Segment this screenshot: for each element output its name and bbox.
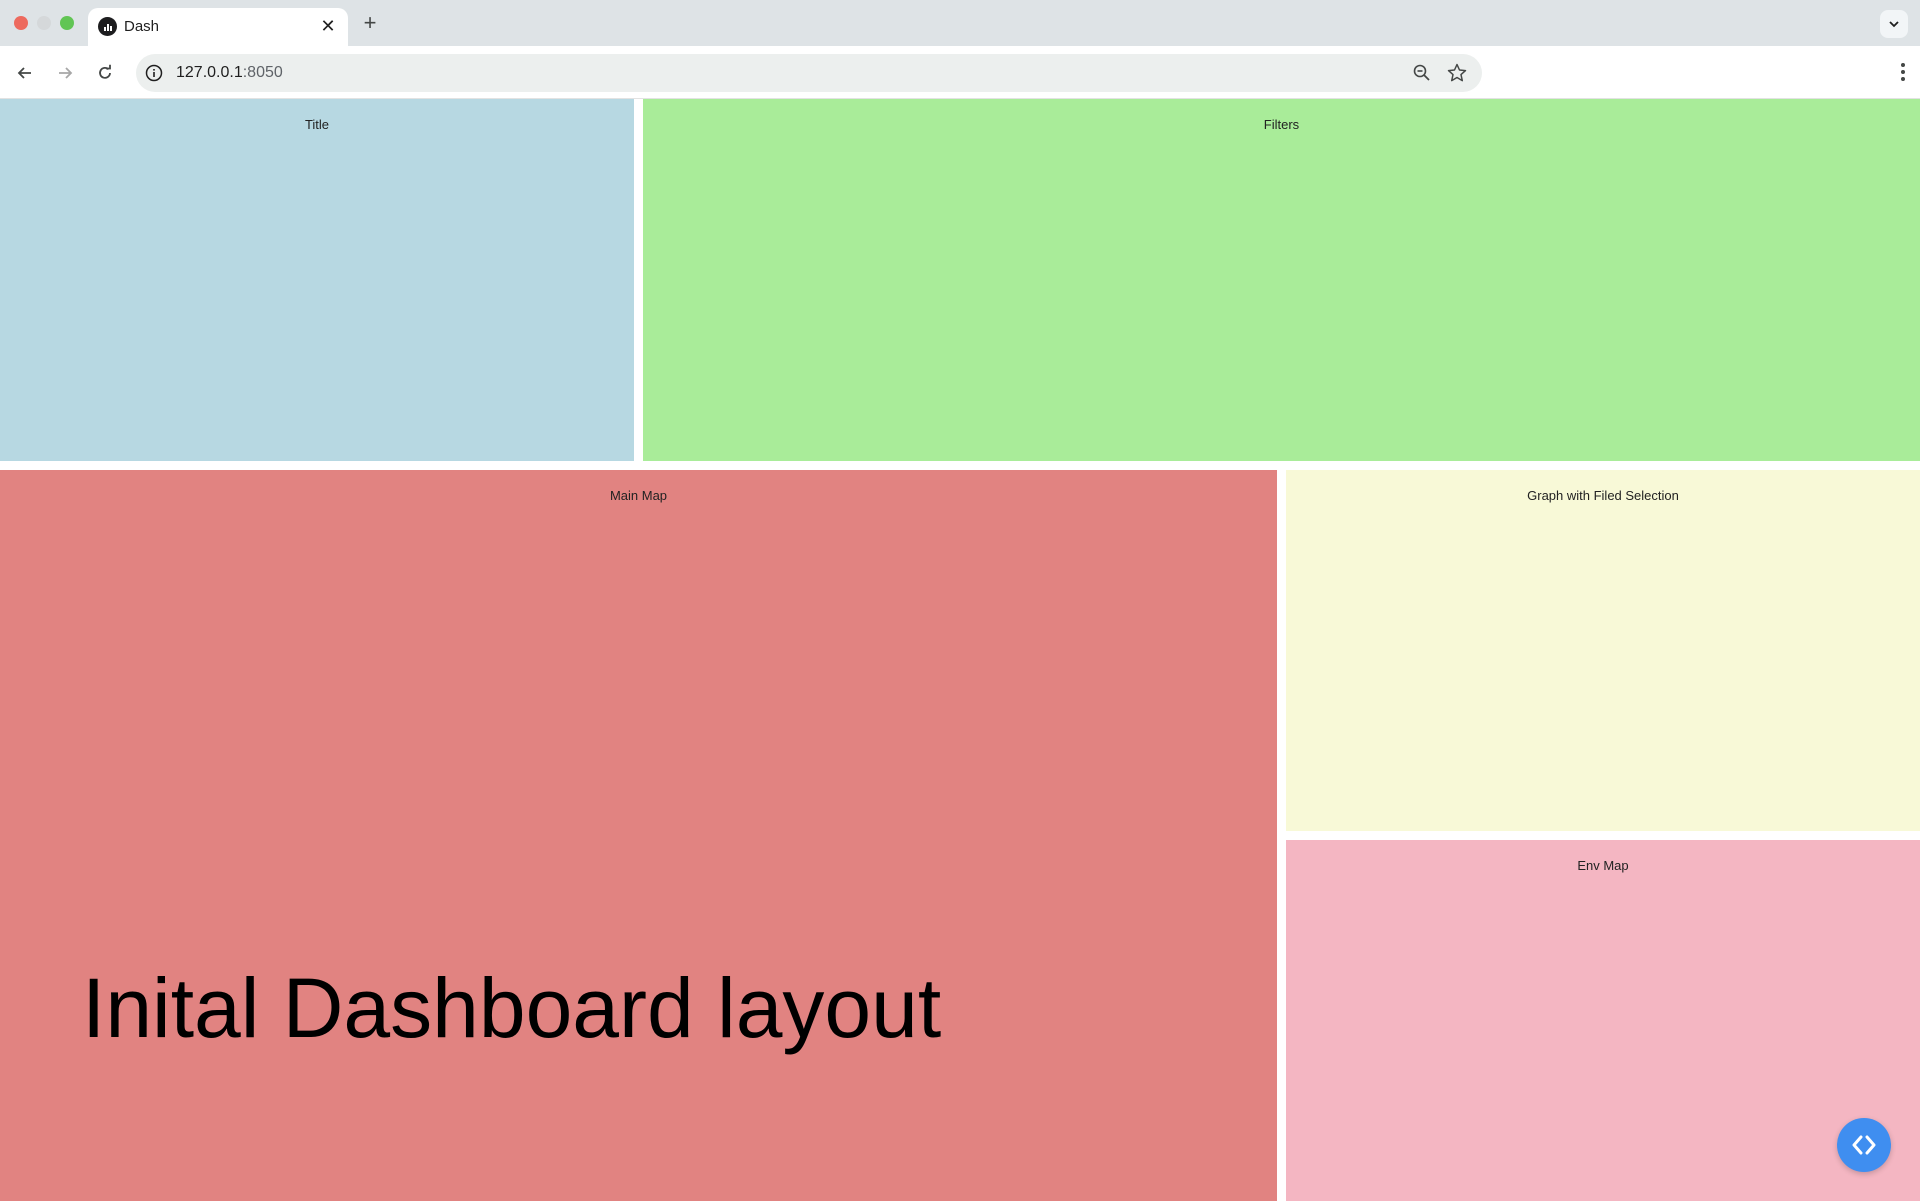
url-host: 127.0.0.1 xyxy=(176,64,243,81)
forward-arrow-icon[interactable] xyxy=(50,58,80,88)
window-maximize-button[interactable] xyxy=(60,16,74,30)
env-map-panel: Env Map xyxy=(1286,840,1920,1201)
tab-search-button[interactable] xyxy=(1880,10,1908,38)
filters-panel: Filters xyxy=(643,99,1920,461)
window-minimize-button[interactable] xyxy=(37,16,51,30)
chevron-down-icon xyxy=(1889,21,1899,28)
back-arrow-icon[interactable] xyxy=(10,58,40,88)
main-map-panel: Main Map xyxy=(0,470,1277,1201)
main-map-panel-label: Main Map xyxy=(609,488,668,503)
new-tab-icon[interactable]: + xyxy=(356,10,384,38)
browser-toolbar: 127.0.0.1:8050 xyxy=(0,46,1920,99)
dash-debug-button[interactable] xyxy=(1837,1118,1891,1172)
filters-panel-label: Filters xyxy=(1263,117,1300,132)
layout-caption: Inital Dashboard layout xyxy=(82,961,942,1055)
title-panel-label: Title xyxy=(304,117,330,132)
code-brackets-icon xyxy=(1852,1135,1876,1155)
title-panel: Title xyxy=(0,99,634,461)
info-icon[interactable] xyxy=(145,64,163,82)
kebab-menu-icon[interactable] xyxy=(1900,62,1906,82)
env-map-panel-label: Env Map xyxy=(1577,858,1629,873)
url-port: :8050 xyxy=(242,64,283,81)
zoom-out-icon[interactable] xyxy=(1412,63,1432,83)
url-text[interactable]: 127.0.0.1:8050 xyxy=(176,64,283,82)
address-bar[interactable]: 127.0.0.1:8050 xyxy=(136,54,1482,92)
bookmark-star-icon[interactable] xyxy=(1446,62,1468,84)
graph-panel-label: Graph with Filed Selection xyxy=(1527,488,1679,503)
graph-panel: Graph with Filed Selection xyxy=(1286,470,1920,831)
browser-tab-bar: Dash ✕ + xyxy=(0,0,1920,46)
tab-title: Dash xyxy=(124,18,160,35)
dash-favicon-icon xyxy=(98,17,117,36)
window-close-button[interactable] xyxy=(14,16,28,30)
reload-icon[interactable] xyxy=(90,58,120,88)
tab-close-icon[interactable]: ✕ xyxy=(318,16,338,36)
browser-tab[interactable]: Dash ✕ xyxy=(88,8,348,46)
